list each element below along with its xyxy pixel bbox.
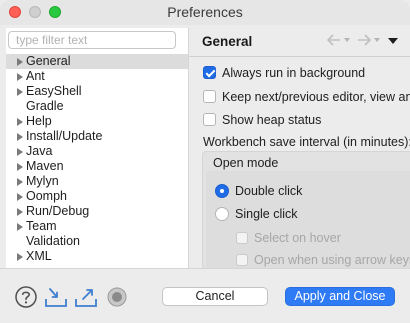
preference-tree: General Ant EasyShell Gradle Help Instal…	[6, 54, 188, 264]
select-on-hover-checkbox	[236, 232, 248, 244]
tree-item-label: Install/Update	[26, 129, 103, 143]
tree-item-java[interactable]: Java	[6, 144, 188, 159]
export-icon[interactable]	[74, 285, 98, 309]
forward-arrow-icon[interactable]	[355, 33, 373, 47]
tree-item-label: General	[26, 54, 71, 68]
preferences-window: Preferences General Ant EasyShell Gradle…	[0, 0, 410, 323]
tree-item-general[interactable]: General	[6, 54, 188, 69]
expand-triangle-icon[interactable]	[17, 118, 23, 126]
tree-item-install-update[interactable]: Install/Update	[6, 129, 188, 144]
pane-divider[interactable]	[188, 28, 189, 268]
always-run-background-checkbox[interactable]	[203, 66, 216, 79]
expand-triangle-icon[interactable]	[17, 193, 23, 201]
radio-label: Single click	[235, 207, 298, 221]
tree-item-ant[interactable]: Ant	[6, 69, 188, 84]
tree-item-label: XML	[26, 249, 52, 263]
tree-item-label: Validation	[26, 234, 80, 248]
tree-item-oomph[interactable]: Oomph	[6, 189, 188, 204]
expand-triangle-icon[interactable]	[17, 73, 23, 81]
tree-item-gradle[interactable]: Gradle	[6, 99, 188, 114]
tree-item-label: Java	[26, 144, 53, 158]
tree-item-maven[interactable]: Maven	[6, 159, 188, 174]
open-mode-title: Open mode	[213, 156, 279, 170]
show-heap-status-checkbox[interactable]	[203, 113, 216, 126]
cancel-button[interactable]: Cancel	[162, 287, 268, 306]
header-divider	[189, 56, 410, 57]
tree-item-label: Maven	[26, 159, 64, 173]
tree-item-run-debug[interactable]: Run/Debug	[6, 204, 188, 219]
view-menu-icon[interactable]	[388, 38, 398, 44]
filter-input[interactable]	[8, 31, 176, 49]
double-click-radio[interactable]	[215, 184, 229, 198]
tree-item-label: Mylyn	[26, 174, 59, 188]
tree-item-validation[interactable]: Validation	[6, 234, 188, 249]
page-title: General	[202, 34, 253, 49]
title-bar: Preferences	[0, 0, 410, 25]
radio-label: Double click	[235, 184, 303, 198]
option-label: Show heap status	[222, 113, 322, 127]
expand-triangle-icon[interactable]	[17, 133, 23, 141]
expand-triangle-icon[interactable]	[17, 178, 23, 186]
option-label: Always run in background	[222, 66, 366, 80]
window-title: Preferences	[167, 4, 243, 20]
tree-item-xml[interactable]: XML	[6, 249, 188, 264]
expand-triangle-icon[interactable]	[17, 223, 23, 231]
option-label: Open when using arrow keys	[254, 253, 410, 267]
forward-dropdown-icon[interactable]	[374, 38, 380, 42]
page-header: General	[189, 28, 410, 56]
tree-item-label: EasyShell	[26, 84, 82, 98]
tree-item-team[interactable]: Team	[6, 219, 188, 234]
tree-item-label: Run/Debug	[26, 204, 90, 218]
tree-item-mylyn[interactable]: Mylyn	[6, 174, 188, 189]
tree-item-label: Oomph	[26, 189, 67, 203]
tree-item-label: Ant	[26, 69, 45, 83]
expand-triangle-icon[interactable]	[17, 58, 23, 66]
save-interval-label: Workbench save interval (in minutes):	[203, 135, 410, 149]
expand-triangle-icon[interactable]	[17, 163, 23, 171]
help-icon[interactable]	[14, 285, 38, 309]
keep-next-previous-checkbox[interactable]	[203, 90, 216, 103]
back-dropdown-icon[interactable]	[344, 38, 350, 42]
back-arrow-icon[interactable]	[325, 33, 343, 47]
expand-triangle-icon[interactable]	[17, 253, 23, 261]
expand-triangle-icon[interactable]	[17, 148, 23, 156]
expand-triangle-icon[interactable]	[17, 208, 23, 216]
record-icon[interactable]	[105, 285, 129, 309]
tree-item-label: Team	[26, 219, 57, 233]
footer-divider	[0, 268, 410, 269]
tree-item-label: Help	[26, 114, 52, 128]
expand-triangle-icon[interactable]	[17, 88, 23, 96]
option-label: Select on hover	[254, 231, 341, 245]
single-click-radio[interactable]	[215, 207, 229, 221]
option-label: Keep next/previous editor, view and	[222, 90, 410, 104]
tree-item-label: Gradle	[26, 99, 64, 113]
open-arrow-keys-checkbox	[236, 254, 248, 266]
tree-item-easyshell[interactable]: EasyShell	[6, 84, 188, 99]
import-icon[interactable]	[44, 285, 68, 309]
tree-item-help[interactable]: Help	[6, 114, 188, 129]
apply-and-close-button[interactable]: Apply and Close	[285, 287, 395, 306]
